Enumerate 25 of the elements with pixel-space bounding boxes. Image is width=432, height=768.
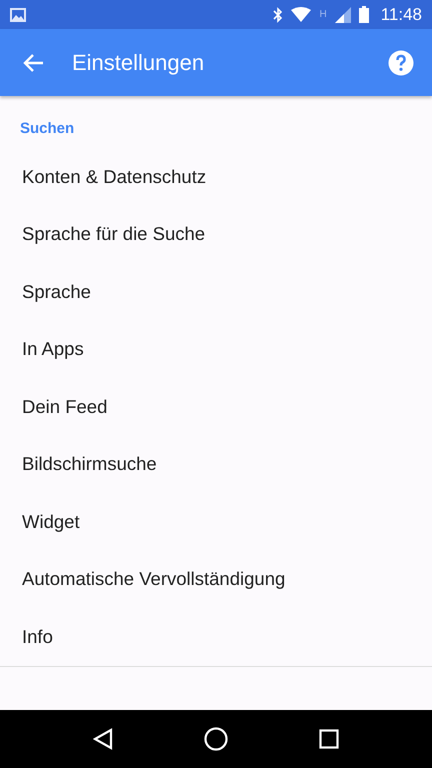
home-icon[interactable] — [204, 727, 228, 751]
back-arrow-icon — [22, 52, 44, 72]
settings-item[interactable]: Sprache — [0, 263, 432, 320]
settings-item[interactable]: Widget — [0, 493, 432, 550]
bluetooth-icon — [273, 6, 284, 22]
section-heading: Suchen — [19, 119, 76, 139]
wifi-icon — [291, 7, 312, 22]
settings-item[interactable]: Konten & Datenschutz — [0, 148, 432, 206]
battery-icon — [358, 6, 369, 23]
clock-text: 11:48 — [380, 4, 422, 26]
settings-item[interactable]: Bildschirmsuche — [0, 436, 432, 493]
screen-title: Einstellungen — [72, 49, 206, 77]
recents-icon[interactable] — [318, 729, 339, 749]
help-icon — [388, 50, 414, 76]
settings-item[interactable]: Dein Feed — [0, 378, 432, 436]
image-icon — [10, 8, 26, 22]
back-icon[interactable] — [93, 728, 114, 750]
settings-item[interactable]: Sprache für die Suche — [0, 206, 432, 263]
settings-item[interactable]: Info — [0, 608, 432, 666]
help-button[interactable] — [388, 50, 414, 76]
back-button[interactable] — [22, 52, 44, 72]
signal-icon — [334, 6, 351, 22]
network-label: H — [319, 8, 327, 22]
settings-item[interactable]: Automatische Vervollständigung — [0, 550, 432, 608]
settings-item[interactable]: In Apps — [0, 320, 432, 378]
